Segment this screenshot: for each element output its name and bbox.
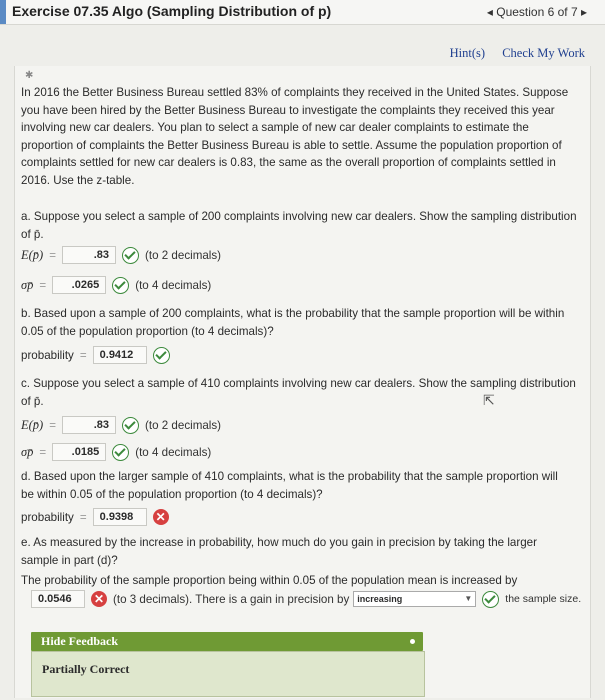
check-icon <box>112 276 130 294</box>
intro-line: you have been hired by the Better Busine… <box>21 103 555 117</box>
check-icon <box>482 590 500 608</box>
star-icon: ✱ <box>25 70 34 81</box>
part-a-sd-row: σp̄ = .0265 (to 4 decimals) <box>21 276 211 294</box>
equals-sign: = <box>49 418 56 432</box>
help-links: Hint(s) Check My Work <box>436 46 585 61</box>
std-error-input[interactable]: .0265 <box>52 276 107 294</box>
expected-input[interactable]: .83 <box>62 416 116 434</box>
question-line: of p̄. <box>21 227 44 241</box>
part-e-answer-row: 0.0546 ✕ (to 3 decimals). There is a gai… <box>31 590 581 608</box>
std-error-label: σp̄ <box>21 444 34 459</box>
header-accent <box>0 0 6 24</box>
equals-sign: = <box>79 348 87 362</box>
probability-label: probability <box>21 510 74 524</box>
mouse-cursor-icon: ⇱ <box>483 392 495 408</box>
intro-line: complaints settled for new car dealers i… <box>21 156 556 169</box>
gain-input[interactable]: 0.0546 <box>31 590 85 608</box>
question-line: c. Suppose you select a sample of 410 co… <box>21 377 576 390</box>
question-navigator[interactable]: ◂ Question 6 of 7 ▸ <box>487 5 587 19</box>
intro-text: In 2016 the Better Business Bureau settl… <box>21 84 581 189</box>
part-c-expected-row: E(p̄) = .83 (to 2 decimals) <box>21 416 221 434</box>
hide-feedback-toggle[interactable]: Hide Feedback <box>31 632 423 651</box>
equals-sign: = <box>39 445 47 459</box>
question-line: d. Based upon the larger sample of 410 c… <box>21 470 558 483</box>
part-d-question: d. Based upon the larger sample of 410 c… <box>21 468 581 503</box>
equals-sign: = <box>39 278 47 292</box>
part-b-question: b. Based upon a sample of 200 complaints… <box>21 305 581 340</box>
feedback-panel: Partially Correct <box>31 651 425 697</box>
intro-line: 2016. Use the z-table. <box>21 173 135 187</box>
feedback-dot-icon <box>410 639 415 644</box>
part-e-statement: The probability of the sample proportion… <box>21 574 518 587</box>
probability-label: probability <box>21 348 74 362</box>
question-line: of p̄. <box>21 394 44 408</box>
probability-input[interactable]: 0.9412 <box>92 346 147 364</box>
intro-line: In 2016 the Better Business Bureau settl… <box>21 86 569 99</box>
part-e-question: e. As measured by the increase in probab… <box>21 534 581 569</box>
part-b-answer-row: probability = 0.9412 <box>21 346 176 364</box>
std-error-label: σp̄ <box>21 277 34 292</box>
question-line: e. As measured by the increase in probab… <box>21 536 537 549</box>
std-error-input[interactable]: .0185 <box>52 443 107 461</box>
part-d-answer-row: probability = 0.9398 ✕ <box>21 508 175 526</box>
check-icon <box>122 416 139 434</box>
precision-hint: (to 2 decimals) <box>145 418 222 432</box>
expected-label: E(p̄) <box>21 417 44 432</box>
question-line: be within 0.05 of the population proport… <box>21 487 323 501</box>
check-icon <box>122 246 139 264</box>
part-a-expected-row: E(p̄) = .83 (to 2 decimals) <box>21 246 221 264</box>
equals-sign: = <box>49 248 56 262</box>
intro-line: proportion of complaints the Better Busi… <box>21 138 562 152</box>
feedback-toggle-label: Hide Feedback <box>41 634 118 648</box>
sentence-tail: the sample size. <box>505 593 582 605</box>
check-icon <box>112 443 130 461</box>
part-c-question: c. Suppose you select a sample of 410 co… <box>21 375 581 410</box>
precision-hint: (to 3 decimals). There is a gain in prec… <box>113 592 350 606</box>
exercise-title: Exercise 07.35 Algo (Sampling Distributi… <box>12 3 332 19</box>
incorrect-icon: ✕ <box>152 509 169 525</box>
feedback-status: Partially Correct <box>42 662 130 676</box>
check-icon <box>152 346 170 364</box>
select-value: increasing <box>357 594 403 604</box>
question-line: b. Based upon a sample of 200 complaints… <box>21 307 565 320</box>
expected-label: E(p̄) <box>21 247 44 262</box>
precision-hint: (to 4 decimals) <box>135 445 212 459</box>
precision-hint: (to 4 decimals) <box>135 278 212 292</box>
question-line: a. Suppose you select a sample of 200 co… <box>21 210 577 223</box>
check-my-work-link[interactable]: Check My Work <box>502 46 585 60</box>
hints-link[interactable]: Hint(s) <box>450 46 485 60</box>
precision-hint: (to 2 decimals) <box>145 248 222 262</box>
chevron-down-icon: ▼ <box>464 594 473 603</box>
part-a-question: a. Suppose you select a sample of 200 co… <box>21 208 581 243</box>
intro-line: involving new car dealers. You plan to s… <box>21 121 529 134</box>
incorrect-icon: ✕ <box>91 591 107 607</box>
part-c-sd-row: σp̄ = .0185 (to 4 decimals) <box>21 443 211 461</box>
question-panel: ✱ In 2016 the Better Business Bureau set… <box>14 66 591 698</box>
expected-input[interactable]: .83 <box>62 246 116 264</box>
probability-input[interactable]: 0.9398 <box>92 508 147 526</box>
question-line: sample in part (d)? <box>21 553 118 567</box>
equals-sign: = <box>79 510 87 524</box>
exercise-header: Exercise 07.35 Algo (Sampling Distributi… <box>0 0 605 25</box>
precision-select[interactable]: increasing ▼ <box>353 591 477 607</box>
question-line: 0.05 of the population proportion (to 4 … <box>21 324 274 338</box>
